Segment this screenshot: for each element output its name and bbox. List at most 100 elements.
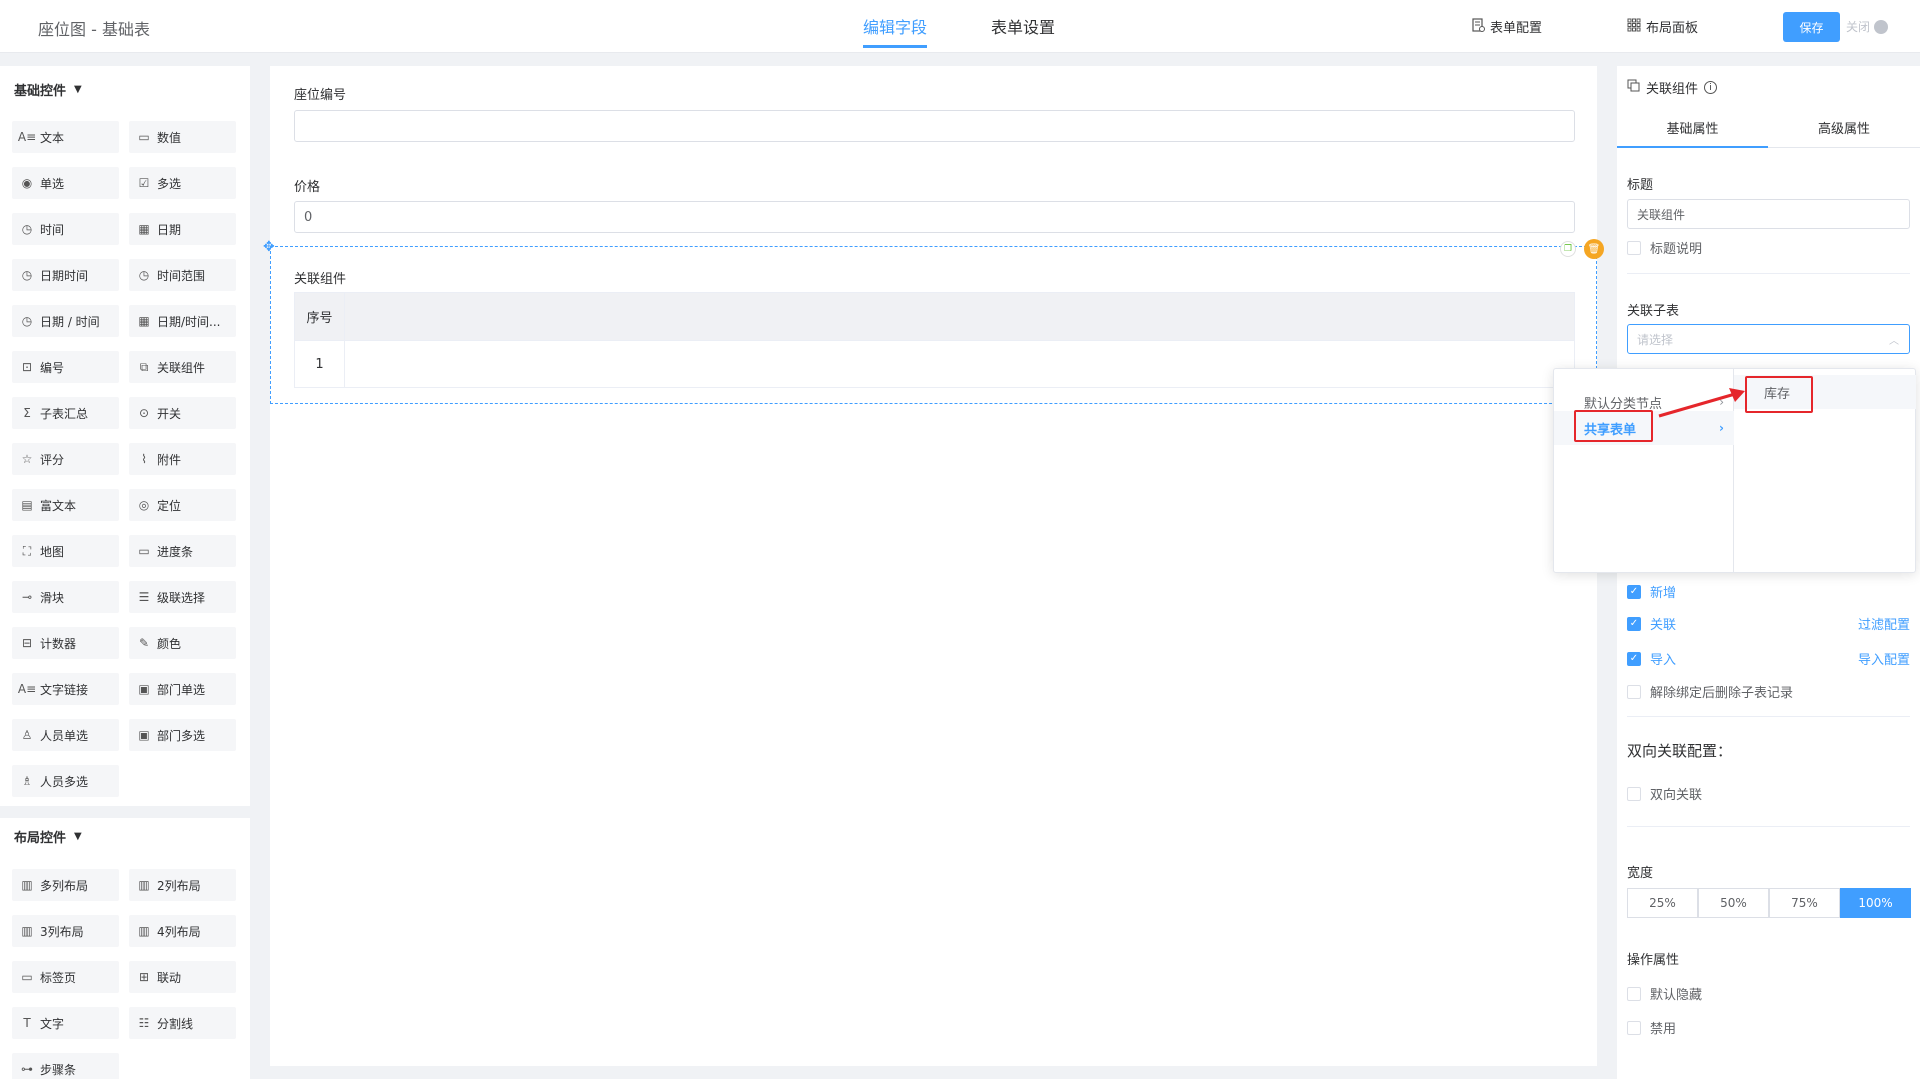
- clock-icon: ◷: [21, 222, 33, 236]
- palette-item[interactable]: ◉ 单选: [12, 167, 119, 199]
- check-default-hidden[interactable]: 默认隐藏: [1627, 984, 1702, 1003]
- width-option-100[interactable]: 100%: [1840, 888, 1911, 918]
- delete-icon[interactable]: 🗑: [1584, 239, 1604, 259]
- palette-item[interactable]: ♙ 人员单选: [12, 719, 119, 751]
- palette-item-label: 颜色: [157, 636, 182, 651]
- palette-item[interactable]: ◷ 日期 / 时间: [12, 305, 119, 337]
- palette-item-label: 开关: [157, 406, 182, 421]
- palette-item-label: 联动: [157, 970, 182, 985]
- palette-item[interactable]: ✎ 颜色: [129, 627, 236, 659]
- width-option-25[interactable]: 25%: [1627, 888, 1698, 918]
- palette-item-label: 部门单选: [157, 682, 206, 697]
- palette-item[interactable]: ☰ 级联选择: [129, 581, 236, 613]
- palette-item[interactable]: ☑ 多选: [129, 167, 236, 199]
- toggle-knob-icon: [1874, 19, 1889, 34]
- palette-item[interactable]: ▦ 日期/时间...: [129, 305, 236, 337]
- subtable-select[interactable]: 请选择 ︿: [1627, 324, 1910, 354]
- check-import[interactable]: ✓ 导入: [1627, 649, 1676, 668]
- palette-item[interactable]: ▥ 多列布局: [12, 869, 119, 901]
- palette-item[interactable]: ⊙ 开关: [129, 397, 236, 429]
- tab-advanced-properties[interactable]: 高级属性: [1768, 108, 1920, 148]
- palette-item[interactable]: ⧉ 关联组件: [129, 351, 236, 383]
- subtable-select-placeholder: 请选择: [1637, 332, 1674, 347]
- import-config-link[interactable]: 导入配置: [1858, 649, 1910, 668]
- basic-controls-title: 基础控件: [14, 84, 67, 99]
- palette-item[interactable]: ▦ 日期: [129, 213, 236, 245]
- info-icon[interactable]: i: [1704, 81, 1718, 94]
- palette-item[interactable]: ⊸ 滑块: [12, 581, 119, 613]
- progress-icon: ▭: [138, 544, 150, 558]
- slider-icon: ⊸: [21, 590, 33, 604]
- palette-item[interactable]: ◎ 定位: [129, 489, 236, 521]
- palette-item-label: 步骤条: [40, 1062, 77, 1077]
- filter-config-link[interactable]: 过滤配置: [1858, 614, 1910, 633]
- palette-item[interactable]: Σ 子表汇总: [12, 397, 119, 429]
- save-button[interactable]: 保存: [1783, 12, 1840, 42]
- form-config-button[interactable]: 表单配置: [1472, 17, 1542, 36]
- palette-item[interactable]: ♗ 人员多选: [12, 765, 119, 797]
- check-bidirectional[interactable]: 双向关联: [1627, 784, 1702, 803]
- tab-basic-properties[interactable]: 基础属性: [1617, 108, 1768, 148]
- palette-item-label: 多选: [157, 176, 182, 191]
- palette-item[interactable]: ▣ 部门单选: [129, 673, 236, 705]
- palette-item[interactable]: ⊡ 编号: [12, 351, 119, 383]
- layout-panel-label: 布局面板: [1646, 21, 1699, 36]
- bidirectional-title: 双向关联配置：: [1627, 742, 1733, 760]
- color-picker-icon: ✎: [138, 636, 150, 650]
- price-input[interactable]: 0: [294, 201, 1575, 233]
- palette-item[interactable]: ▥ 4列布局: [129, 915, 236, 947]
- check-unbind-delete[interactable]: 解除绑定后删除子表记录: [1627, 682, 1793, 701]
- tab-edit-fields[interactable]: 编辑字段: [863, 14, 927, 38]
- check-disabled[interactable]: 禁用: [1627, 1018, 1676, 1037]
- text-icon: A≡: [17, 130, 37, 144]
- palette-item[interactable]: ⊟ 计数器: [12, 627, 119, 659]
- palette-item-label: 文字: [40, 1016, 65, 1031]
- cascader-item-label: 默认分类节点: [1584, 396, 1663, 412]
- palette-item[interactable]: ◷ 时间: [12, 213, 119, 245]
- tab-form-settings[interactable]: 表单设置: [991, 14, 1055, 38]
- checkbox-icon: ✓: [1627, 584, 1641, 599]
- palette-item[interactable]: ▭ 数值: [129, 121, 236, 153]
- palette-item[interactable]: ▥ 3列布局: [12, 915, 119, 947]
- layout-panel-button[interactable]: 布局面板: [1627, 17, 1698, 36]
- users-icon: ♗: [21, 774, 33, 788]
- width-option-50[interactable]: 50%: [1698, 888, 1769, 918]
- layout-controls-header[interactable]: 布局控件 ▼: [14, 827, 82, 846]
- palette-item[interactable]: ☷ 分割线: [129, 1007, 236, 1039]
- palette-item[interactable]: ⛶ 地图: [12, 535, 119, 567]
- palette-item[interactable]: ▭ 进度条: [129, 535, 236, 567]
- palette-item-label: 时间范围: [157, 268, 206, 283]
- width-option-75[interactable]: 75%: [1769, 888, 1840, 918]
- palette-item[interactable]: ◷ 时间范围: [129, 259, 236, 291]
- palette-item[interactable]: A≡ 文字链接: [12, 673, 119, 705]
- palette-item[interactable]: T 文字: [12, 1007, 119, 1039]
- palette-item-label: 部门多选: [157, 728, 206, 743]
- palette-item[interactable]: ▥ 2列布局: [129, 869, 236, 901]
- page-title: 座位图 - 基础表: [38, 20, 150, 39]
- palette-item-label: 编号: [40, 360, 65, 375]
- palette-item[interactable]: A≡ 文本: [12, 121, 119, 153]
- basic-controls-header[interactable]: 基础控件 ▼: [14, 80, 82, 99]
- palette-item[interactable]: ◷ 日期时间: [12, 259, 119, 291]
- table-header-row: 序号: [295, 293, 1574, 340]
- calendar-icon: ▦: [138, 222, 150, 236]
- move-handle-icon[interactable]: ✥: [263, 239, 275, 255]
- department-icon: ▣: [138, 728, 150, 742]
- close-toggle[interactable]: 关闭: [1846, 18, 1889, 35]
- palette-item[interactable]: ⊞ 联动: [129, 961, 236, 993]
- palette-item[interactable]: ▭ 标签页: [12, 961, 119, 993]
- palette-item[interactable]: ▤ 富文本: [12, 489, 119, 521]
- seat-number-input[interactable]: [294, 110, 1575, 142]
- form-config-icon: [1472, 17, 1485, 36]
- palette-item[interactable]: ⊶ 步骤条: [12, 1053, 119, 1079]
- palette-item-label: 时间: [40, 222, 65, 237]
- copy-icon[interactable]: ❐: [1560, 241, 1576, 257]
- check-associate[interactable]: ✓ 关联: [1627, 614, 1676, 633]
- check-add[interactable]: ✓ 新增: [1627, 582, 1676, 601]
- palette-item[interactable]: ▣ 部门多选: [129, 719, 236, 751]
- title-prop-input[interactable]: 关联组件: [1627, 199, 1910, 229]
- palette-item[interactable]: ☆ 评分: [12, 443, 119, 475]
- palette-item[interactable]: ⌇ 附件: [129, 443, 236, 475]
- title-desc-checkbox[interactable]: 标题说明: [1627, 238, 1702, 257]
- palette-item-label: 计数器: [40, 636, 77, 651]
